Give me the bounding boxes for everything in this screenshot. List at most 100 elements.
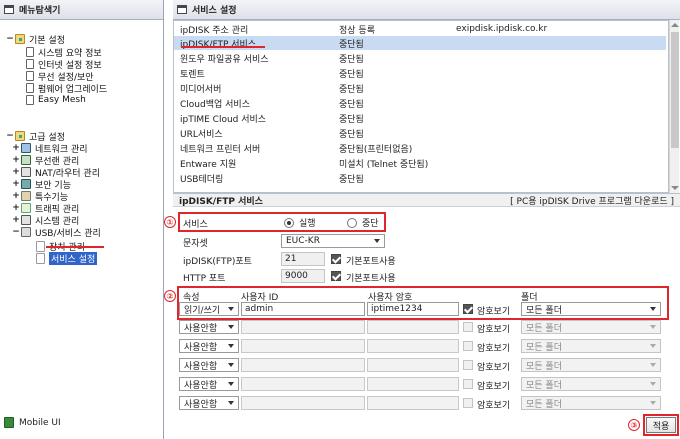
- collapse-icon[interactable]: −: [6, 35, 14, 44]
- scroll-down-arrow-icon[interactable]: [671, 186, 679, 190]
- password-input[interactable]: [367, 339, 459, 353]
- service-row[interactable]: USB테더링 중단됨: [174, 171, 666, 185]
- service-row[interactable]: 윈도우 파일공유 서비스 중단됨: [174, 51, 666, 65]
- service-list-scrollbar[interactable]: [669, 20, 679, 193]
- tree-item-service-settings[interactable]: 서비스 설정: [36, 251, 98, 265]
- download-link[interactable]: [ PC용 ipDISK Drive 프로그램 다운로드 ]: [510, 194, 674, 207]
- attr-select[interactable]: 사용안함: [179, 396, 239, 410]
- service-status: 중단됨: [339, 99, 364, 110]
- annotation-box-account-row: [177, 286, 669, 320]
- apply-button[interactable]: 적용: [646, 417, 676, 433]
- folder-select[interactable]: 모든 폴더: [521, 339, 661, 353]
- expand-icon[interactable]: +: [12, 180, 20, 189]
- show-password-checkbox[interactable]: [463, 360, 473, 370]
- expand-icon[interactable]: +: [12, 216, 20, 225]
- tree-item-internet-settings[interactable]: 인터넷 설정 정보: [26, 58, 102, 71]
- chevron-down-icon: [228, 382, 234, 386]
- expand-icon[interactable]: +: [12, 204, 20, 213]
- tree-item-system[interactable]: + 시스템 관리: [12, 214, 79, 227]
- window-icon: [177, 5, 187, 14]
- folder-select[interactable]: 모든 폴더: [521, 358, 661, 372]
- tree-item-special[interactable]: + 특수기능: [12, 190, 68, 203]
- service-name: 토렌트: [180, 69, 205, 80]
- folder-value: 모든 폴더: [526, 323, 562, 334]
- service-row[interactable]: URL서비스 중단됨: [174, 126, 666, 140]
- scroll-up-arrow-icon[interactable]: [671, 23, 679, 27]
- expand-icon[interactable]: +: [12, 168, 20, 177]
- service-row[interactable]: 네트워크 프린터 서버 중단됨(프린터없음): [174, 141, 666, 155]
- attr-select[interactable]: 사용안함: [179, 339, 239, 353]
- user-id-input[interactable]: [241, 396, 365, 410]
- show-password-checkbox[interactable]: [463, 322, 473, 332]
- tree-item-label-selected: 서비스 설정: [49, 251, 98, 265]
- tree-group-basic[interactable]: − 기본 설정: [6, 33, 65, 46]
- mobile-ui-link[interactable]: Mobile UI: [4, 417, 61, 428]
- expand-icon[interactable]: +: [12, 192, 20, 201]
- page-icon: [36, 252, 45, 264]
- tree-item-wireless-security[interactable]: 무선 설정/보안: [26, 70, 94, 83]
- service-status: 미설치 (Telnet 중단됨): [339, 159, 429, 170]
- service-row[interactable]: 토렌트 중단됨: [174, 66, 666, 80]
- user-id-input[interactable]: [241, 358, 365, 372]
- annotation-marker-1: ①: [164, 216, 176, 228]
- attr-select[interactable]: 사용안함: [179, 377, 239, 391]
- tree-item-nat-router[interactable]: + NAT/라우터 관리: [12, 166, 100, 179]
- annotation-marker-2: ②: [164, 290, 176, 302]
- attr-select[interactable]: 사용안함: [179, 358, 239, 372]
- show-password-checkbox[interactable]: [463, 398, 473, 408]
- tree-item-usb-service[interactable]: − USB/서비스 관리: [12, 226, 101, 239]
- service-row[interactable]: Cloud백업 서비스 중단됨: [174, 96, 666, 110]
- attr-value: 사용안함: [184, 342, 218, 353]
- tree-group-advanced[interactable]: − 고급 설정: [6, 130, 65, 143]
- service-row[interactable]: Entware 지원 미설치 (Telnet 중단됨): [174, 156, 666, 170]
- user-id-input[interactable]: [241, 339, 365, 353]
- chevron-down-icon: [228, 363, 234, 367]
- show-password-label: 암호보기: [477, 401, 511, 411]
- folder-select[interactable]: 모든 폴더: [521, 320, 661, 334]
- ftp-default-port-checkbox[interactable]: [331, 254, 341, 264]
- service-name: Entware 지원: [180, 159, 237, 170]
- http-port-input[interactable]: 9000: [281, 269, 325, 283]
- collapse-icon[interactable]: −: [6, 132, 14, 141]
- settings-header: 서비스 설정: [173, 0, 680, 20]
- ftp-port-value: 21: [285, 254, 297, 264]
- folder-select[interactable]: 모든 폴더: [521, 396, 661, 410]
- ftp-port-input[interactable]: 21: [281, 252, 325, 266]
- service-status: 중단됨: [339, 54, 364, 65]
- password-input[interactable]: [367, 320, 459, 334]
- charset-select[interactable]: EUC-KR: [281, 234, 385, 248]
- attr-select[interactable]: 사용안함: [179, 320, 239, 334]
- tree-item-traffic[interactable]: + 트래픽 관리: [12, 202, 79, 215]
- password-input[interactable]: [367, 358, 459, 372]
- show-password-checkbox[interactable]: [463, 379, 473, 389]
- service-name: 윈도우 파일공유 서비스: [180, 54, 269, 65]
- tree-item-firmware-upgrade[interactable]: 펌웨어 업그레이드: [26, 82, 107, 95]
- collapse-icon[interactable]: −: [12, 228, 20, 237]
- charset-value: EUC-KR: [286, 236, 320, 246]
- service-row[interactable]: 미디어서버 중단됨: [174, 81, 666, 95]
- expand-icon[interactable]: +: [12, 144, 20, 153]
- password-input[interactable]: [367, 396, 459, 410]
- user-id-input[interactable]: [241, 320, 365, 334]
- password-input[interactable]: [367, 377, 459, 391]
- service-row[interactable]: ipDISK 주소 관리 정상 등록 exipdisk.ipdisk.co.kr: [174, 22, 666, 36]
- tree-item-security[interactable]: + 보안 기능: [12, 178, 71, 191]
- folder-select[interactable]: 모든 폴더: [521, 377, 661, 391]
- service-row[interactable]: ipTIME Cloud 서비스 중단됨: [174, 111, 666, 125]
- scroll-thumb[interactable]: [671, 32, 679, 148]
- mobile-ui-label: Mobile UI: [19, 417, 61, 428]
- annotation-underline: [46, 246, 104, 248]
- service-status: 정상 등록: [339, 25, 375, 36]
- show-password-checkbox[interactable]: [463, 341, 473, 351]
- tree-item-wlan[interactable]: + 무선랜 관리: [12, 154, 79, 167]
- expand-icon[interactable]: +: [12, 156, 20, 165]
- chevron-down-icon: [650, 363, 656, 367]
- tree-item-easy-mesh[interactable]: Easy Mesh: [26, 94, 86, 106]
- attr-value: 사용안함: [184, 323, 218, 334]
- tree-item-system-summary[interactable]: 시스템 요약 정보: [26, 46, 102, 59]
- section-header: ipDISK/FTP 서비스 [ PC용 ipDISK Drive 프로그램 다…: [173, 193, 680, 207]
- service-name: 미디어서버: [180, 84, 222, 95]
- http-default-port-checkbox[interactable]: [331, 271, 341, 281]
- user-id-input[interactable]: [241, 377, 365, 391]
- tree-item-network[interactable]: + 네트워크 관리: [12, 142, 88, 155]
